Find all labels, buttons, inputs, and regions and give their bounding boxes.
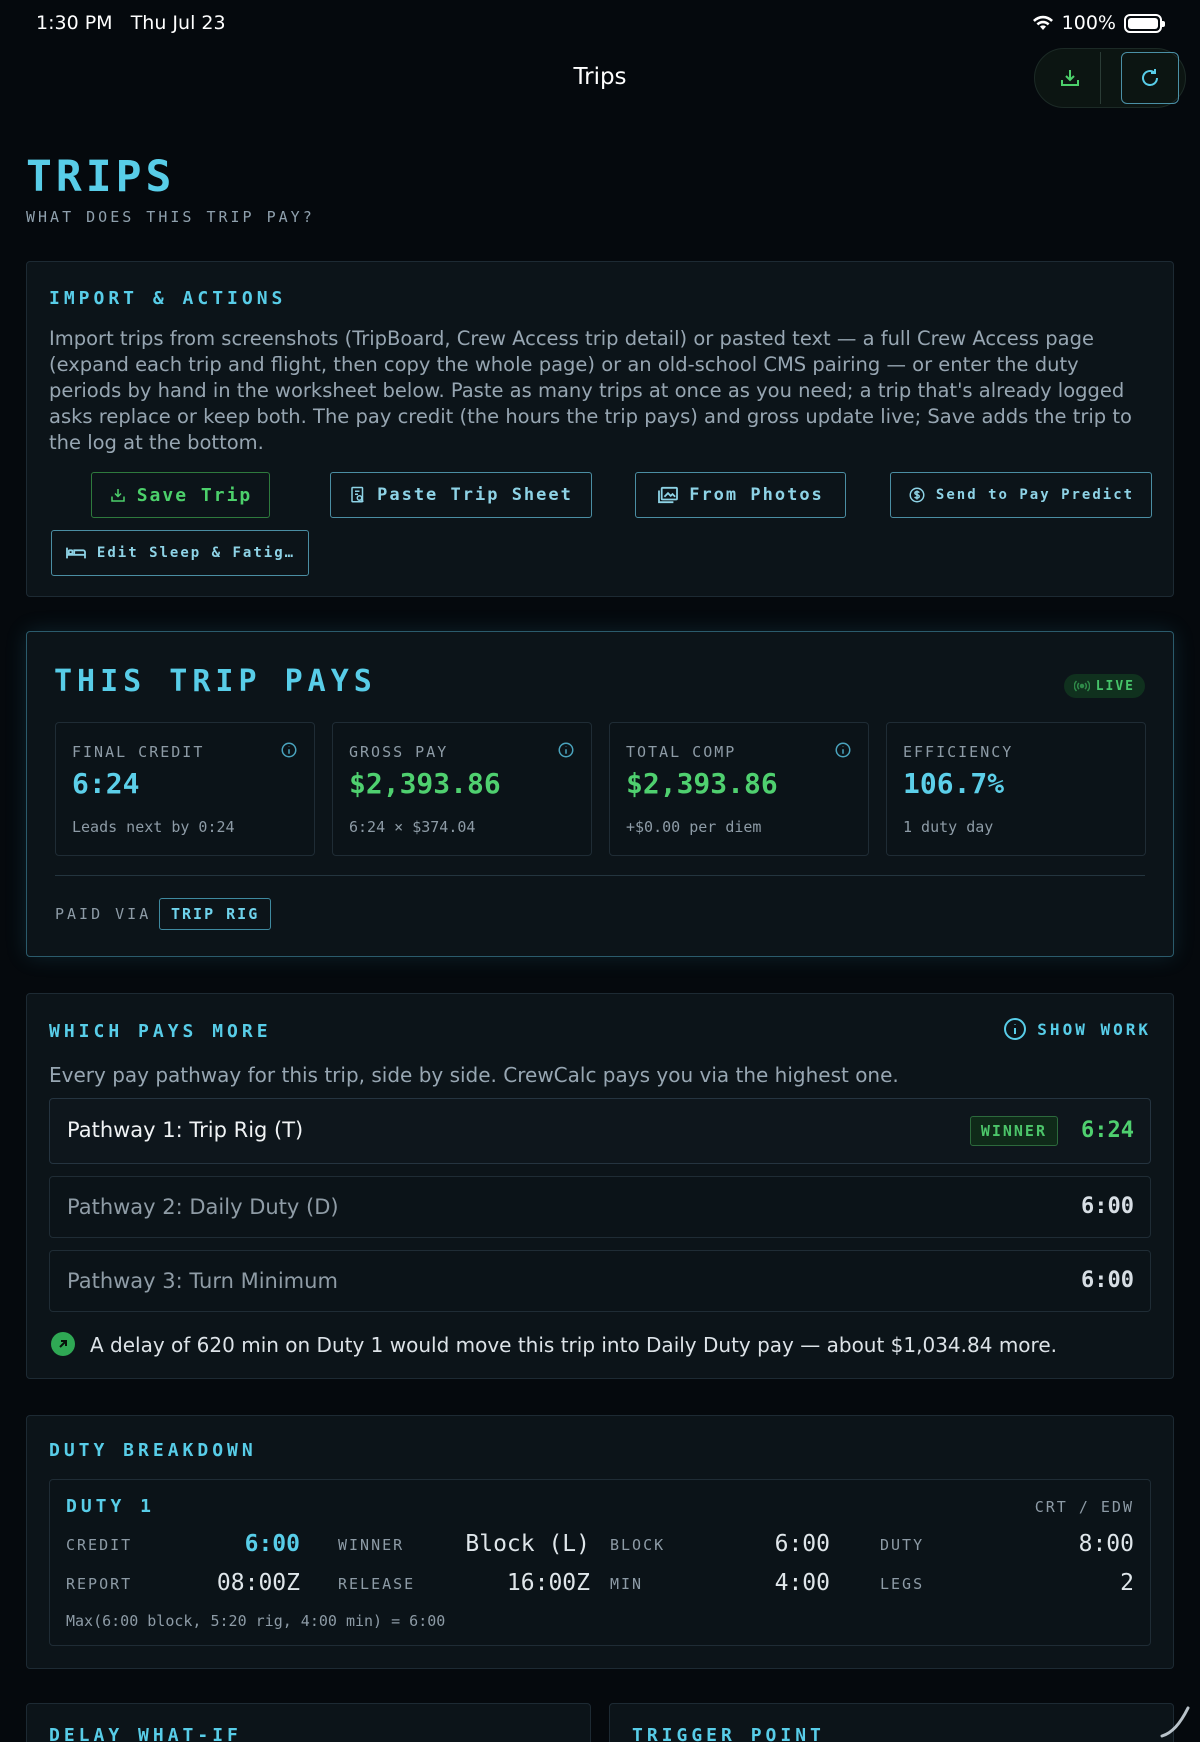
delay-hint: A delay of 620 min on Duty 1 would move … [90,1333,1057,1357]
winner-label: WINNER [338,1536,405,1554]
stat-efficiency: EFFICIENCY 106.7% 1 duty day [886,722,1146,856]
paste-trip-sheet-button[interactable]: Paste Trip Sheet [330,472,592,518]
status-right: 100% [1032,12,1165,34]
from-photos-button[interactable]: From Photos [635,472,846,518]
photos-icon [658,486,679,504]
save-icon [110,489,125,502]
refresh-button[interactable] [1121,52,1179,104]
credit-formula: Max(6:00 block, 5:20 rig, 4:00 min) = 6:… [66,1612,446,1630]
info-icon[interactable] [834,741,852,759]
show-work-button[interactable]: SHOW WORK [1003,1017,1151,1041]
info-icon[interactable] [557,741,575,759]
pencil-scribble-icon [1160,1706,1190,1738]
save-trip-button[interactable]: Save Trip [91,472,270,518]
live-badge: LIVE [1063,674,1145,698]
info-icon [1004,1018,1027,1040]
status-time: 1:30 PM Thu Jul 23 [36,12,226,34]
legs-label: LEGS [880,1575,925,1593]
import-title: IMPORT & ACTIONS [49,288,287,309]
duty-breakdown-card: DUTY BREAKDOWN DUTY 1 CRT / EDW CREDIT 6… [26,1415,1174,1669]
stat-gross-pay: GROSS PAY $2,393.86 6:24 × $374.04 [332,722,592,856]
bed-icon [66,547,86,559]
duty-title: DUTY 1 [66,1496,156,1517]
release-value: 16:00Z [506,1570,590,1596]
min-label: MIN [610,1575,644,1593]
import-card: IMPORT & ACTIONS Import trips from scree… [26,261,1174,597]
paid-via-label: PAID VIA [55,905,152,923]
legs-value: 2 [1120,1570,1134,1596]
pathway-row[interactable]: Pathway 3: Turn Minimum 6:00 [49,1250,1151,1312]
release-label: RELEASE [338,1575,416,1593]
info-icon[interactable] [280,741,298,759]
battery-percent: 100% [1061,12,1116,34]
duty-card[interactable]: DUTY 1 CRT / EDW CREDIT 6:00 WINNER Bloc… [49,1479,1151,1646]
import-description: Import trips from screenshots (TripBoard… [49,327,1132,454]
duty-label: DUTY [880,1536,925,1554]
arrow-up-right-icon [51,1332,75,1356]
download-button[interactable] [1039,52,1101,104]
report-value: 08:00Z [216,1570,300,1596]
winner-value: Block (L) [465,1531,590,1557]
min-value: 4:00 [774,1570,830,1596]
stat-total-comp: TOTAL COMP $2,393.86 +$0.00 per diem [609,722,869,856]
report-label: REPORT [66,1575,133,1593]
winner-badge: WINNER [969,1116,1058,1146]
dollar-circle-icon [909,487,925,503]
battery-icon [1124,13,1165,33]
duty-breakdown-title: DUTY BREAKDOWN [49,1440,257,1461]
download-icon [1060,70,1079,86]
crt-edw-label: CRT / EDW [1034,1498,1134,1516]
divider [55,875,1145,876]
broadcast-icon [1073,680,1090,692]
nav-title: Trips [573,64,627,90]
credit-label: CREDIT [66,1536,133,1554]
credit-value: 6:00 [244,1531,300,1557]
block-value: 6:00 [774,1531,830,1557]
trip-pays-card: THIS TRIP PAYS LIVE FINAL CREDIT 6:24 Le… [26,631,1174,957]
which-pays-more-card: WHICH PAYS MORE SHOW WORK Every pay path… [26,993,1174,1379]
pathway-row[interactable]: Pathway 1: Trip Rig (T) WINNER 6:24 [49,1098,1151,1164]
wifi-icon [1032,15,1053,30]
nav-button-group [1034,48,1186,108]
delay-what-if-card: DELAY WHAT-IF [26,1703,591,1742]
pathway-row[interactable]: Pathway 2: Daily Duty (D) 6:00 [49,1176,1151,1238]
which-pays-title: WHICH PAYS MORE [49,1021,272,1042]
refresh-icon [1142,69,1158,86]
status-bar: 1:30 PM Thu Jul 23 100% [0,0,1200,46]
delay-what-if-title: DELAY WHAT-IF [49,1725,242,1742]
page-title: TRIPS [26,152,176,202]
stat-final-credit: FINAL CREDIT 6:24 Leads next by 0:24 [55,722,315,856]
which-description: Every pay pathway for this trip, side by… [49,1063,899,1087]
trip-pays-title: THIS TRIP PAYS [54,664,377,699]
send-to-pay-predict-button[interactable]: Send to Pay Predict [890,472,1152,518]
page-subtitle: WHAT DOES THIS TRIP PAY? [26,208,315,226]
edit-sleep-fatigue-button[interactable]: Edit Sleep & Fatig… [51,530,309,576]
trigger-point-card: TRIGGER POINT [609,1703,1174,1742]
block-label: BLOCK [610,1536,666,1554]
duty-value: 8:00 [1078,1531,1134,1557]
trigger-point-title: TRIGGER POINT [632,1725,825,1742]
paid-via-badge: TRIP RIG [159,898,272,930]
document-search-icon [351,486,364,503]
